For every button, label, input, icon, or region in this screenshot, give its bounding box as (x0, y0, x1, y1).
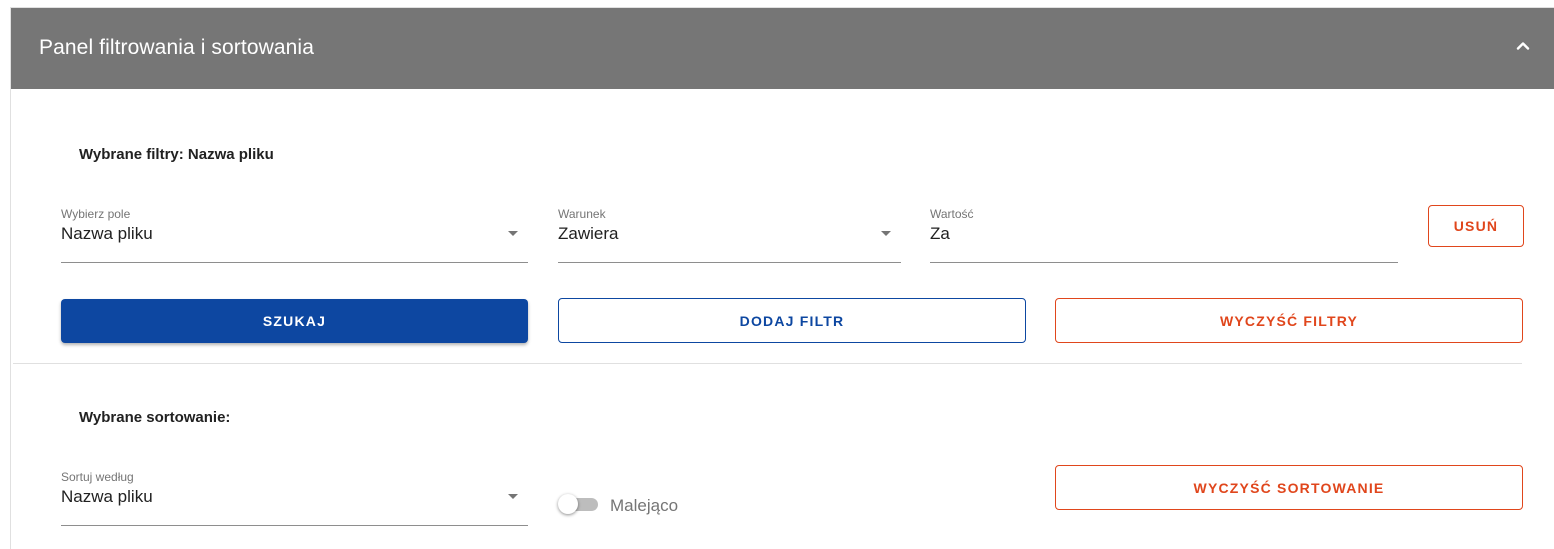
condition-select[interactable]: Warunek Zawiera (558, 207, 901, 263)
filter-sort-panel: Panel filtrowania i sortowania Wybrane f… (10, 7, 1554, 549)
sorting-section-title: Wybrane sortowanie: (79, 409, 231, 426)
dropdown-arrow-icon (881, 231, 891, 236)
field-select[interactable]: Wybierz pole Nazwa pliku (61, 207, 528, 263)
condition-select-label: Warunek (558, 207, 606, 221)
field-select-underline (61, 262, 528, 263)
field-select-label: Wybierz pole (61, 207, 131, 221)
remove-filter-button[interactable]: USUŃ (1428, 205, 1524, 247)
chevron-up-icon[interactable] (1511, 34, 1535, 58)
condition-select-underline (558, 262, 901, 263)
value-input-value: Za (930, 224, 950, 243)
descending-label: Malejąco (610, 496, 679, 515)
clear-filters-button[interactable]: WYCZYŚĆ FILTRY (1055, 298, 1523, 343)
sort-by-value: Nazwa pliku (61, 487, 153, 506)
section-divider (13, 363, 1522, 364)
panel-header[interactable]: Panel filtrowania i sortowania (11, 8, 1554, 89)
panel-title: Panel filtrowania i sortowania (39, 36, 314, 59)
field-select-value: Nazwa pliku (61, 224, 153, 243)
value-input-label: Wartość (930, 207, 974, 221)
clear-sorting-button[interactable]: WYCZYŚĆ SORTOWANIE (1055, 465, 1523, 510)
dropdown-arrow-icon (508, 231, 518, 236)
condition-select-value: Zawiera (558, 224, 619, 243)
search-button[interactable]: SZUKAJ (61, 299, 528, 343)
dropdown-arrow-icon (508, 494, 518, 499)
descending-toggle[interactable] (558, 494, 600, 514)
sort-by-underline (61, 525, 528, 526)
toggle-thumb (558, 494, 578, 514)
sort-by-select[interactable]: Sortuj według Nazwa pliku (61, 470, 528, 526)
filters-section-title: Wybrane filtry: Nazwa pliku (79, 146, 274, 163)
add-filter-button[interactable]: DODAJ FILTR (558, 298, 1026, 343)
sort-by-label: Sortuj według (61, 470, 134, 484)
value-input-underline (930, 262, 1398, 263)
value-input[interactable]: Wartość Za (930, 207, 1398, 263)
